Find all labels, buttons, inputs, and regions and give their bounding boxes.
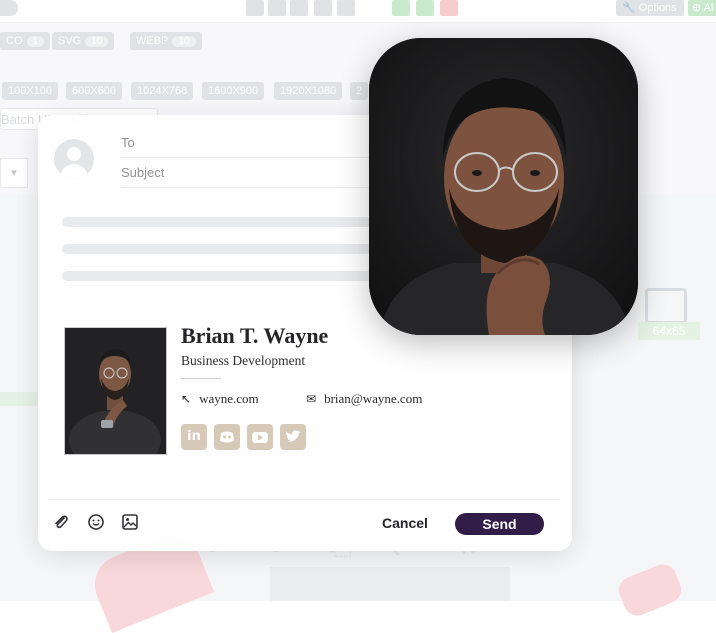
filter-icon — [246, 0, 264, 16]
size-tag: 1600X900 — [202, 82, 265, 100]
body-text-placeholder — [62, 217, 372, 227]
body-text-placeholder — [62, 244, 372, 254]
profile-portrait — [369, 38, 638, 335]
avatar — [54, 139, 94, 179]
signature-divider — [181, 378, 221, 379]
size-tag: 1920X1080 — [274, 82, 343, 100]
checkbox-icon — [645, 288, 687, 324]
options-button: 🔧 Options — [616, 0, 684, 16]
close-icon — [440, 0, 458, 16]
chevron-down-icon: ▼ — [0, 158, 28, 188]
swap-icon — [392, 0, 410, 16]
signature-photo — [64, 327, 167, 455]
format-tag: SVG 10 — [52, 32, 115, 50]
image-icon[interactable] — [121, 513, 139, 531]
subject-label: Subject — [121, 165, 165, 180]
linkedin-icon[interactable]: in — [181, 424, 207, 450]
toolbar-divider — [48, 499, 560, 500]
avatar-head — [67, 147, 81, 161]
progress-strip — [0, 392, 40, 406]
size-badge: 64x65 — [638, 322, 700, 340]
twitter-icon[interactable] — [280, 424, 306, 450]
size-tag: 2 — [350, 82, 369, 100]
file-icon — [416, 0, 434, 16]
format-tag: WEBP 10 — [130, 32, 202, 50]
text-icon — [314, 0, 332, 16]
toggle-icon — [0, 0, 18, 16]
youtube-icon[interactable] — [247, 424, 273, 450]
email-link[interactable]: ✉ brian@wayne.com — [306, 391, 422, 407]
background-toolbar: 🔧 Options ⊕ Al — [0, 0, 716, 23]
paperclip-icon[interactable] — [52, 513, 70, 531]
body-text-placeholder — [62, 271, 372, 281]
camera-icon — [337, 0, 355, 16]
thumbnail-strip — [270, 567, 510, 601]
website-link[interactable]: ↖ wayne.com — [181, 391, 259, 407]
size-tag: 600X600 — [66, 82, 123, 100]
signature-title: Business Development — [181, 353, 306, 368]
cursor-icon: ↖ — [181, 392, 192, 406]
emoji-icon[interactable] — [87, 513, 105, 531]
discord-icon[interactable] — [214, 424, 240, 450]
signature-name: Brian T. Wayne — [181, 323, 329, 348]
send-button[interactable]: Send — [455, 513, 544, 535]
size-tag: 100X100 — [2, 82, 59, 100]
cancel-button[interactable]: Cancel — [382, 515, 428, 531]
to-label: To — [121, 135, 135, 150]
envelope-icon: ✉ — [306, 392, 317, 406]
person-image — [369, 38, 638, 335]
person-image — [65, 328, 166, 454]
sort-icon — [290, 0, 308, 16]
avatar-body — [60, 164, 88, 179]
format-tag: CO 1 — [0, 32, 51, 50]
size-tag: 1024X768 — [131, 82, 194, 100]
all-button: ⊕ Al — [688, 0, 716, 16]
list-icon — [268, 0, 286, 16]
